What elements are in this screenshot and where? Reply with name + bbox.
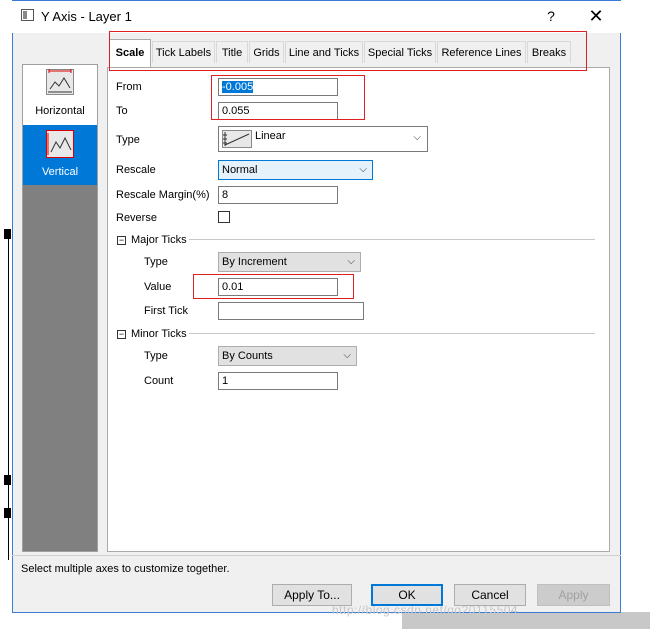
chevron-down-icon: ⌵ (347, 256, 355, 267)
from-label: From (116, 81, 142, 93)
axis-label-horizontal: Horizontal (35, 105, 85, 117)
background-axis-tick (4, 508, 11, 518)
axis-label-vertical: Vertical (41, 166, 79, 178)
major-type-label: Type (144, 256, 168, 268)
chevron-down-icon: ⌵ (413, 132, 421, 143)
minor-count-label: Count (144, 375, 174, 387)
rescale-margin-label: Rescale Margin(%) (116, 189, 210, 201)
first-tick-label: First Tick (144, 305, 188, 317)
linear-scale-icon (222, 130, 252, 148)
major-value-label: Value (144, 281, 172, 293)
cancel-button[interactable]: Cancel (454, 584, 526, 606)
annotation-box-increment (193, 274, 354, 299)
minor-type-dropdown[interactable]: By Counts ⌵ (218, 346, 357, 366)
rescale-label: Rescale (116, 164, 156, 176)
background-app-right (622, 0, 650, 629)
chevron-down-icon: ⌵ (343, 350, 351, 361)
status-text: Select multiple axes to customize togeth… (21, 563, 230, 575)
to-label: To (116, 105, 128, 117)
vertical-axis-icon (46, 130, 74, 158)
major-type-value: By Increment (222, 256, 287, 268)
background-app-strip (0, 0, 12, 629)
close-icon[interactable]: ✕ (584, 5, 608, 27)
axis-item-vertical[interactable]: Vertical (23, 125, 97, 185)
horizontal-axis-icon (46, 69, 74, 95)
ok-button[interactable]: OK (371, 584, 443, 606)
rescale-value: Normal (222, 164, 258, 176)
apply-button[interactable]: Apply (537, 584, 610, 606)
group-divider (189, 333, 595, 334)
rescale-margin-field[interactable]: 8 (218, 186, 338, 204)
window-title: Y Axis - Layer 1 (41, 9, 132, 24)
background-axis-tick (4, 229, 11, 239)
rescale-dropdown[interactable]: Normal ⌵ (218, 160, 373, 180)
first-tick-field[interactable] (218, 302, 364, 320)
collapse-icon[interactable]: − (117, 236, 126, 245)
minor-type-value: By Counts (222, 350, 273, 362)
window-icon (21, 9, 34, 21)
scale-type-value: Linear (255, 130, 286, 142)
axis-item-horizontal[interactable]: Horizontal (23, 65, 97, 125)
reverse-label: Reverse (116, 212, 157, 224)
reverse-checkbox[interactable] (218, 211, 230, 223)
footer-divider (12, 555, 621, 556)
annotation-box-tabs (109, 31, 587, 71)
minor-type-label: Type (144, 350, 168, 362)
major-ticks-heading: Major Ticks (131, 234, 187, 246)
help-button[interactable]: ? (541, 6, 561, 26)
minor-count-field[interactable]: 1 (218, 372, 338, 390)
collapse-icon[interactable]: − (117, 330, 126, 339)
scale-type-dropdown[interactable]: Linear ⌵ (218, 126, 428, 152)
type-label: Type (116, 134, 140, 146)
apply-to-button[interactable]: Apply To... (272, 584, 352, 606)
background-axis-tick (4, 475, 11, 485)
minor-ticks-heading: Minor Ticks (131, 328, 187, 340)
group-divider (189, 239, 595, 240)
chevron-down-icon: ⌵ (359, 164, 367, 175)
major-type-dropdown[interactable]: By Increment ⌵ (218, 252, 361, 272)
annotation-box-range (211, 75, 365, 120)
